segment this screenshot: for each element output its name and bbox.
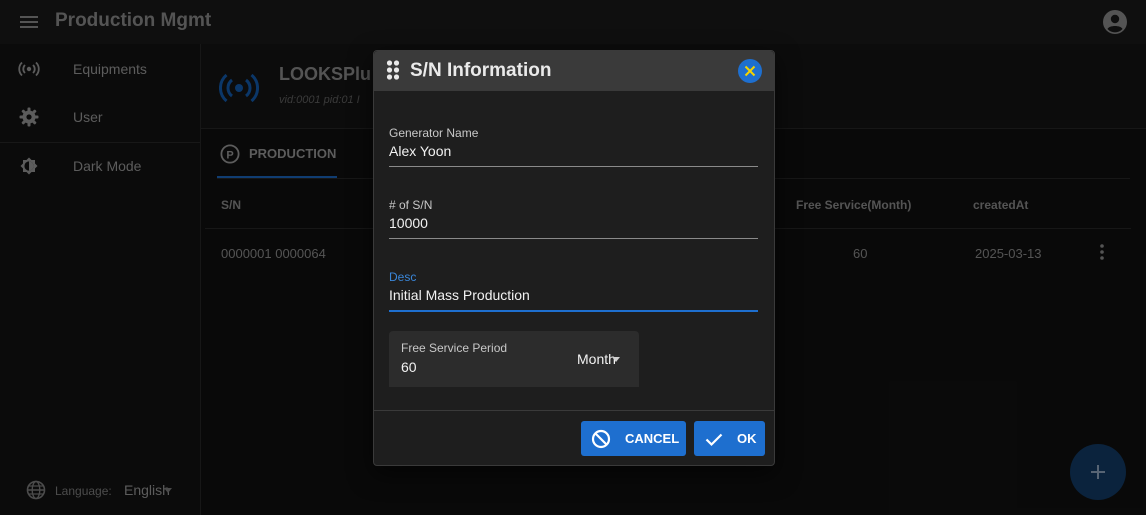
block-icon: [591, 429, 611, 449]
dialog-header[interactable]: S/N Information: [374, 51, 774, 91]
desc-value[interactable]: Initial Mass Production: [389, 287, 530, 303]
cancel-label: CANCEL: [625, 431, 680, 446]
sn-count-field[interactable]: # of S/N 10000: [389, 198, 758, 239]
generator-name-value[interactable]: Alex Yoon: [389, 143, 451, 159]
dialog-actions: CANCEL OK: [374, 410, 774, 466]
free-service-period-value[interactable]: 60: [401, 359, 417, 375]
sn-information-dialog: S/N Information Generator Name Alex Yoon…: [373, 50, 775, 466]
ok-label: OK: [737, 431, 757, 446]
period-unit-select[interactable]: Month: [577, 351, 616, 367]
free-service-period-label: Free Service Period: [401, 341, 508, 355]
close-button[interactable]: [738, 59, 762, 83]
close-icon: [744, 65, 756, 77]
cancel-button[interactable]: CANCEL: [581, 421, 686, 456]
generator-name-field[interactable]: Generator Name Alex Yoon: [389, 126, 758, 167]
sn-count-value[interactable]: 10000: [389, 215, 428, 231]
sn-count-label: # of S/N: [389, 198, 433, 212]
generator-name-label: Generator Name: [389, 126, 479, 140]
free-service-period-field[interactable]: Free Service Period 60 Month: [389, 331, 639, 387]
check-icon: [705, 433, 723, 447]
dialog-title: S/N Information: [410, 60, 552, 81]
ok-button[interactable]: OK: [694, 421, 765, 456]
desc-field[interactable]: Desc Initial Mass Production: [389, 270, 758, 312]
chevron-down-icon: [612, 357, 620, 362]
desc-label: Desc: [389, 270, 417, 284]
drag-handle-icon[interactable]: [386, 59, 400, 81]
